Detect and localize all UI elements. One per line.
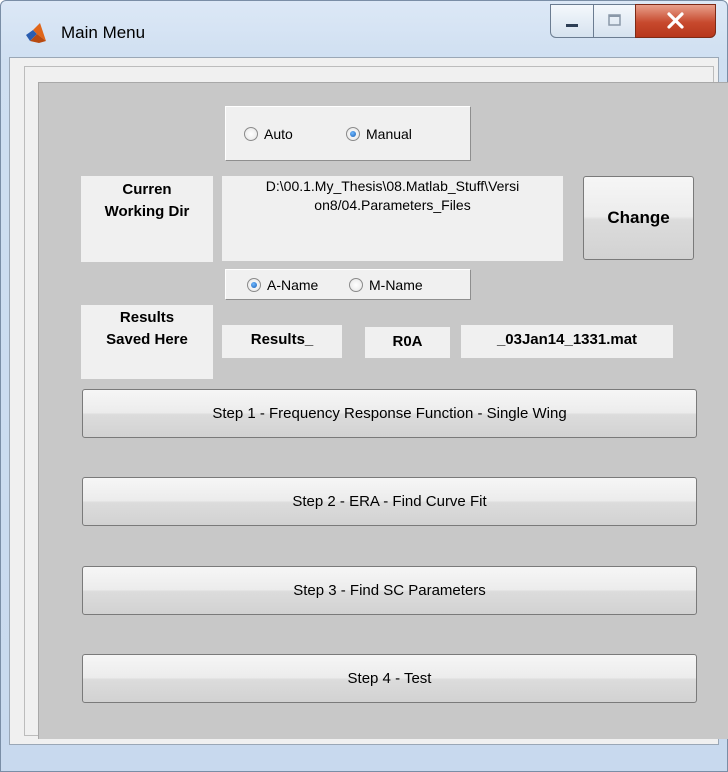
- title-bar[interactable]: Main Menu: [1, 1, 727, 57]
- matlab-icon: [26, 23, 46, 43]
- maximize-icon: [608, 14, 621, 26]
- working-dir-path: D:\00.1.My_Thesis\08.Matlab_Stuff\Versi …: [222, 176, 563, 261]
- m-name-label[interactable]: M-Name: [369, 277, 423, 293]
- results-id: R0A: [365, 327, 450, 358]
- outer-panel: Auto Manual Curren Working Dir D:\00.1.M…: [24, 66, 728, 739]
- results-suffix: _03Jan14_1331.mat: [461, 325, 673, 358]
- naming-radio-group: A-Name M-Name: [225, 269, 471, 300]
- step-3-button[interactable]: Step 3 - Find SC Parameters: [82, 566, 697, 615]
- client-area: Auto Manual Curren Working Dir D:\00.1.M…: [9, 57, 728, 745]
- close-button[interactable]: [635, 4, 716, 38]
- results-prefix: Results_: [222, 325, 342, 358]
- step-2-button[interactable]: Step 2 - ERA - Find Curve Fit: [82, 477, 697, 526]
- manual-label[interactable]: Manual: [366, 126, 412, 142]
- change-dir-button[interactable]: Change: [583, 176, 694, 260]
- auto-label[interactable]: Auto: [264, 126, 293, 142]
- m-name-radio[interactable]: [349, 278, 363, 292]
- main-panel: Auto Manual Curren Working Dir D:\00.1.M…: [38, 82, 728, 739]
- manual-radio[interactable]: [346, 127, 360, 141]
- results-label: Results Saved Here: [81, 305, 213, 379]
- maximize-button[interactable]: [593, 4, 636, 38]
- close-icon: [667, 12, 684, 29]
- step-4-button[interactable]: Step 4 - Test: [82, 654, 697, 703]
- step-1-button[interactable]: Step 1 - Frequency Response Function - S…: [82, 389, 697, 438]
- auto-radio[interactable]: [244, 127, 258, 141]
- working-dir-label: Curren Working Dir: [81, 176, 213, 262]
- a-name-label[interactable]: A-Name: [267, 277, 318, 293]
- a-name-radio[interactable]: [247, 278, 261, 292]
- minimize-button[interactable]: [550, 4, 594, 38]
- window-title: Main Menu: [61, 23, 146, 42]
- main-menu-window: Main Menu Auto Manual Curren Working Dir…: [0, 0, 728, 772]
- mode-radio-group: Auto Manual: [225, 106, 471, 161]
- minimize-icon: [566, 24, 578, 27]
